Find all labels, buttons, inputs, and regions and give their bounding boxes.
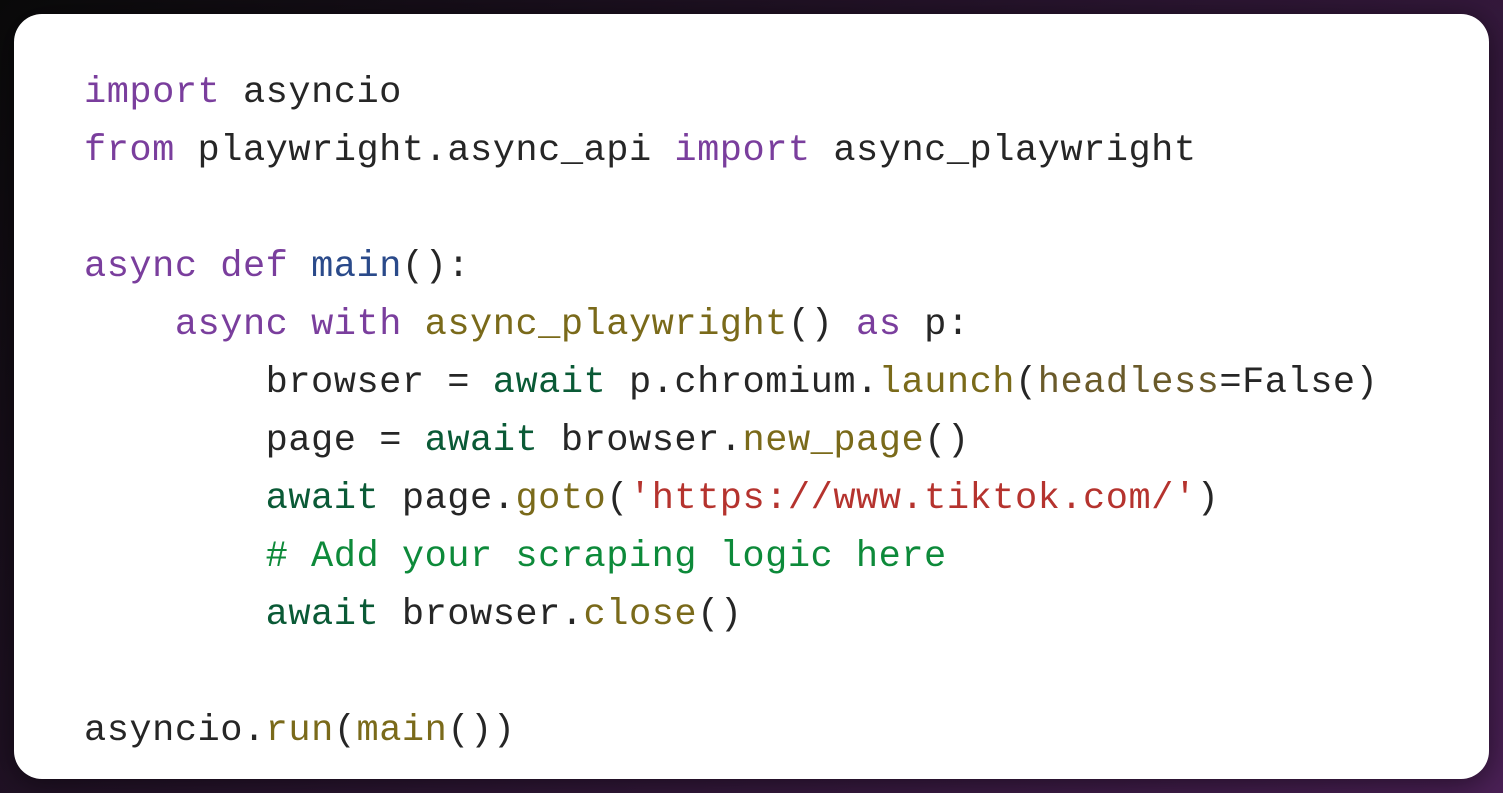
dot-5: . <box>493 478 516 520</box>
string-url: 'https://www.tiktok.com/' <box>629 478 1197 520</box>
kw-async-2: async <box>175 304 289 346</box>
rparen: ) <box>1356 362 1379 404</box>
var-browser-3: browser <box>402 594 561 636</box>
dot: . <box>425 130 448 172</box>
name-async-playwright: async_playwright <box>833 130 1196 172</box>
equals-3: = <box>379 420 402 462</box>
equals: = <box>447 362 470 404</box>
method-close: close <box>584 594 698 636</box>
dot-4: . <box>720 420 743 462</box>
lparen: ( <box>1015 362 1038 404</box>
kw-await-3: await <box>266 478 380 520</box>
parens: (): <box>402 246 470 288</box>
var-p-2: p <box>629 362 652 404</box>
dot-6: . <box>561 594 584 636</box>
lparen-2: ( <box>606 478 629 520</box>
func-main-call: main <box>357 710 448 752</box>
kw-import: import <box>84 72 220 114</box>
colon: : <box>947 304 970 346</box>
comment-line: # Add your scraping logic here <box>266 536 947 578</box>
var-p: p <box>924 304 947 346</box>
call-async-playwright: async_playwright <box>425 304 788 346</box>
parens-2: () <box>788 304 833 346</box>
equals-2: = <box>1219 362 1242 404</box>
var-browser: browser <box>266 362 425 404</box>
kw-with: with <box>311 304 402 346</box>
method-run: run <box>266 710 334 752</box>
var-browser-2: browser <box>561 420 720 462</box>
dot-3: . <box>856 362 879 404</box>
kw-as: as <box>856 304 901 346</box>
dot-7: . <box>243 710 266 752</box>
attr-async-api: async_api <box>447 130 651 172</box>
rparen-2: ) <box>1197 478 1220 520</box>
dot-2: . <box>652 362 675 404</box>
method-goto: goto <box>515 478 606 520</box>
var-page: page <box>266 420 357 462</box>
parens-5: ()) <box>447 710 515 752</box>
kw-await-2: await <box>425 420 539 462</box>
method-new-page: new_page <box>743 420 925 462</box>
lparen-3: ( <box>334 710 357 752</box>
parens-3: () <box>924 420 969 462</box>
val-false: False <box>1242 362 1356 404</box>
module-asyncio-2: asyncio <box>84 710 243 752</box>
var-page-2: page <box>402 478 493 520</box>
param-headless: headless <box>1038 362 1220 404</box>
code-card: import asyncio from playwright.async_api… <box>14 14 1489 779</box>
method-launch: launch <box>879 362 1015 404</box>
code-block: import asyncio from playwright.async_api… <box>84 64 1419 760</box>
kw-await-1: await <box>493 362 607 404</box>
attr-chromium: chromium <box>674 362 856 404</box>
module-asyncio: asyncio <box>243 72 402 114</box>
parens-4: () <box>697 594 742 636</box>
kw-import-2: import <box>674 130 810 172</box>
module-playwright: playwright <box>198 130 425 172</box>
func-main-def: main <box>311 246 402 288</box>
kw-from: from <box>84 130 175 172</box>
kw-def: def <box>220 246 288 288</box>
kw-async: async <box>84 246 198 288</box>
kw-await-4: await <box>266 594 380 636</box>
